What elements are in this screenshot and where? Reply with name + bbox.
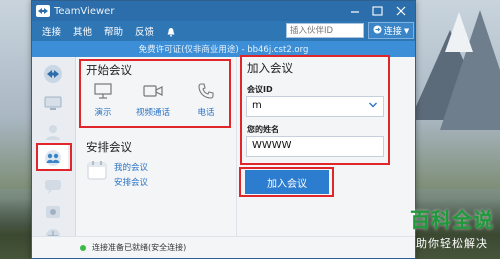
join-meeting-title: 加入会议 [247, 61, 293, 75]
meeting-highlight-box [36, 143, 72, 171]
main-body: 开始会议 演示 视频通话 电话 安排会议 我的会议 安排会议 加入会议 会议ID… [32, 55, 415, 243]
partner-id-input[interactable] [286, 23, 364, 38]
window-title: TeamViewer [54, 5, 115, 17]
presentation-button[interactable]: 演示 [81, 83, 125, 118]
schedule-meeting-link[interactable]: 安排会议 [114, 176, 148, 188]
teamviewer-logo-icon [36, 5, 50, 17]
contacts-icon [46, 125, 60, 140]
chevron-down-icon[interactable] [368, 100, 378, 113]
presentation-icon [94, 83, 112, 99]
schedule-meeting-title: 安排会议 [86, 140, 132, 154]
chat-icon [45, 180, 61, 194]
video-camera-icon [143, 85, 163, 97]
meeting-id-field[interactable]: m [246, 96, 384, 117]
window-controls [343, 1, 415, 21]
connect-button[interactable]: 连接 ▼ [368, 22, 414, 39]
phone-call-button[interactable]: 电话 [184, 83, 228, 118]
chevron-down-icon[interactable]: ▼ [404, 27, 409, 35]
menu-other[interactable]: 其他 [73, 24, 92, 38]
teamviewer-window: TeamViewer 连接 其他 帮助 反馈 连接 ▼ 免费许可证(仅非商业用途… [31, 0, 416, 259]
maximize-icon[interactable] [372, 6, 383, 16]
sidebar-item-augmented-reality[interactable] [38, 199, 68, 225]
menu-connect[interactable]: 连接 [42, 24, 61, 38]
sidebar-item-contacts[interactable] [38, 119, 68, 145]
meeting-id-label: 会议ID [247, 85, 273, 94]
start-meeting-panel: 开始会议 演示 视频通话 电话 安排会议 我的会议 安排会议 [76, 57, 236, 236]
computer-icon [44, 96, 62, 110]
watermark-sub: 助你轻松解决 [416, 237, 488, 250]
status-text: 连接准备已就绪(安全连接) [92, 243, 187, 252]
video-call-button[interactable]: 视频通话 [131, 83, 175, 118]
phone-call-label: 电话 [197, 108, 215, 118]
sidebar-item-chat[interactable] [38, 173, 68, 199]
status-connected-icon [80, 244, 86, 251]
sidebar-item-remote-control[interactable] [38, 61, 68, 87]
your-name-label: 您的姓名 [247, 125, 279, 134]
join-meeting-panel: 加入会议 会议ID m 您的姓名 WWWW 加入会议 [236, 55, 415, 236]
watermark-main: 百科全说 [410, 208, 494, 232]
presentation-label: 演示 [94, 108, 112, 118]
join-meeting-button[interactable]: 加入会议 [245, 170, 329, 194]
meeting-id-value: m [252, 100, 262, 111]
menu-feedback[interactable]: 反馈 [135, 24, 154, 38]
my-meetings-link[interactable]: 我的会议 [114, 161, 148, 173]
watermark: 百科全说 助你轻松解决 [410, 204, 494, 251]
your-name-value: WWWW [252, 140, 292, 151]
bell-icon[interactable] [166, 22, 176, 41]
phone-icon [198, 83, 214, 99]
sidebar [32, 57, 76, 243]
close-icon[interactable] [396, 6, 406, 16]
connect-arrow-icon [373, 25, 382, 37]
connect-button-label: 连接 [383, 27, 402, 37]
menu-help[interactable]: 帮助 [104, 24, 123, 38]
your-name-field[interactable]: WWWW [246, 136, 384, 157]
video-call-label: 视频通话 [135, 108, 170, 118]
status-bar: 连接准备已就绪(安全连接) [32, 236, 415, 258]
remote-control-icon [44, 65, 62, 83]
menu-bar: 连接 其他 帮助 反馈 连接 ▼ [32, 21, 415, 41]
augmented-reality-icon [46, 206, 60, 218]
calendar-icon [86, 159, 108, 185]
sidebar-item-computers[interactable] [38, 91, 68, 117]
start-meeting-title: 开始会议 [86, 63, 132, 77]
